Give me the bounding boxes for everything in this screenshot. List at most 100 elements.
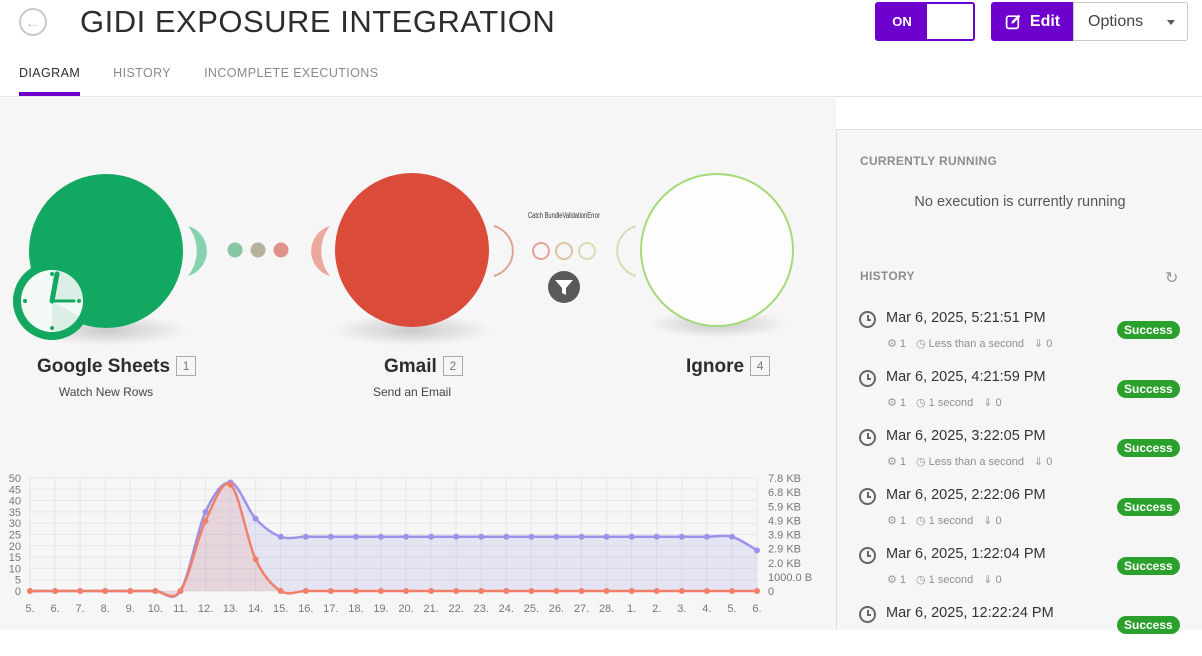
data-point: [277, 588, 284, 594]
data-point: [77, 588, 84, 594]
x-tick-label: 25.: [524, 603, 539, 615]
clock-icon: [859, 370, 876, 387]
app-header: ← GIDI EXPOSURE INTEGRATION ON Edit Opti…: [0, 0, 1202, 97]
data-point: [578, 533, 585, 540]
operations-icon: ⚙: [887, 456, 897, 468]
back-arrow-icon[interactable]: ←: [19, 8, 47, 36]
history-item[interactable]: Mar 6, 2025, 5:21:51 PM ⚙ 1 ◷ Less than a se…: [859, 310, 1189, 361]
ignore-module[interactable]: [640, 173, 794, 327]
status-badge: Success: [1117, 439, 1180, 457]
x-tick-label: 13.: [223, 603, 238, 615]
data-point: [302, 588, 309, 594]
y-left-tick-label: 30: [9, 518, 21, 530]
clock-icon: [13, 262, 91, 340]
data-point: [653, 588, 660, 594]
x-tick-label: 24.: [499, 603, 514, 615]
transfer-icon: ⇓: [983, 397, 993, 409]
history-transfer: 0: [1046, 338, 1053, 350]
data-point: [553, 533, 560, 540]
options-dropdown[interactable]: Options: [1073, 2, 1188, 41]
history-transfer: 0: [1046, 456, 1053, 468]
x-tick-label: 5.: [727, 603, 736, 615]
data-point: [403, 533, 410, 540]
side-panel: CURRENTLY RUNNING No execution is curren…: [836, 129, 1202, 634]
history-transfer: 0: [995, 515, 1002, 527]
x-tick-label: 5.: [25, 603, 34, 615]
status-badge: Success: [1117, 380, 1180, 398]
x-tick-label: 4.: [702, 603, 711, 615]
tab-incomplete-executions[interactable]: INCOMPLETE EXECUTIONS: [204, 66, 378, 96]
clock-icon: [859, 547, 876, 564]
x-tick-label: 27.: [574, 603, 589, 615]
module-number: 1: [176, 356, 197, 376]
history-item[interactable]: Mar 6, 2025, 2:22:06 PM ⚙ 1 ◷ 1 second ⇓ 0 Succ…: [859, 487, 1189, 538]
data-point: [628, 533, 635, 540]
filter-icon[interactable]: [548, 271, 580, 303]
status-badge: Success: [1117, 498, 1180, 516]
toggle-on-label: ON: [877, 4, 927, 39]
clock-icon: [859, 488, 876, 505]
y-left-tick-label: 0: [15, 586, 21, 598]
data-point: [202, 517, 209, 524]
tab-diagram[interactable]: DIAGRAM: [19, 66, 81, 96]
y-left-tick-label: 35: [9, 507, 21, 519]
y-right-tick-label: 2.0 KB: [768, 558, 801, 570]
data-point: [352, 533, 359, 540]
data-point: [352, 588, 359, 594]
history-duration: Less than a second: [928, 456, 1025, 468]
data-point: [152, 588, 159, 594]
y-left-tick-label: 20: [9, 541, 21, 553]
history-item[interactable]: Mar 6, 2025, 4:21:59 PM ⚙ 1 ◷ 1 second ⇓ 0 Succ…: [859, 369, 1189, 420]
data-point: [528, 588, 535, 594]
x-tick-label: 10.: [148, 603, 163, 615]
data-point: [27, 588, 33, 594]
edit-icon: [1005, 14, 1021, 30]
transfer-icon: ⇓: [1034, 456, 1044, 468]
data-point: [678, 588, 685, 594]
refresh-icon[interactable]: ↻: [1165, 268, 1178, 288]
history-item[interactable]: Mar 6, 2025, 12:22:24 PM Success: [859, 605, 1189, 656]
history-duration: 1 second: [928, 397, 974, 409]
x-tick-label: 8.: [101, 603, 110, 615]
edit-button[interactable]: Edit: [991, 2, 1074, 41]
x-tick-label: 9.: [126, 603, 135, 615]
operations-icon: ⚙: [887, 397, 897, 409]
data-point: [302, 533, 309, 540]
data-point: [327, 588, 334, 594]
data-point: [52, 588, 59, 594]
tab-history[interactable]: HISTORY: [113, 66, 171, 96]
data-point: [728, 588, 735, 594]
x-tick-label: 1.: [627, 603, 636, 615]
transfer-icon: ⇓: [1034, 338, 1044, 350]
tab-bar: DIAGRAM HISTORY INCOMPLETE EXECUTIONS: [19, 66, 378, 96]
data-point: [428, 533, 435, 540]
transfer-icon: ⇓: [983, 574, 993, 586]
data-point: [703, 588, 710, 594]
history-date: Mar 6, 2025, 3:22:05 PM: [886, 428, 1046, 444]
x-tick-label: 17.: [323, 603, 338, 615]
module-number: 2: [442, 356, 463, 376]
history-meta: ⚙ 1 ◷ Less than a second ⇓ 0: [887, 337, 1052, 350]
gmail-module[interactable]: [335, 173, 489, 327]
module-name-google-sheets: Google Sheets 1: [37, 356, 197, 378]
duration-icon: ◷: [916, 574, 926, 586]
scenario-toggle[interactable]: ON: [875, 2, 975, 41]
history-transfer: 0: [995, 397, 1002, 409]
operations-chart: 0510152025303540455001000.0 B2.0 KB2.9 K…: [9, 473, 812, 615]
x-tick-label: 21.: [423, 603, 438, 615]
clock-icon: [859, 311, 876, 328]
data-point: [252, 515, 259, 522]
y-right-tick-label: 0: [768, 586, 774, 598]
diagram-canvas[interactable]: Catch BundleValidationError 0 5 10 15 20 25 30…: [0, 98, 836, 630]
history-item[interactable]: Mar 6, 2025, 3:22:05 PM ⚙ 1 ◷ Less than a se…: [859, 428, 1189, 479]
data-point: [377, 588, 384, 594]
history-item[interactable]: Mar 6, 2025, 1:22:04 PM ⚙ 1 ◷ 1 second ⇓ 0 Succ…: [859, 546, 1189, 597]
x-tick-label: 7.: [76, 603, 85, 615]
data-point: [177, 588, 184, 594]
data-point: [227, 481, 234, 488]
data-point: [754, 547, 760, 554]
x-tick-label: 23.: [474, 603, 489, 615]
x-tick-label: 6.: [752, 603, 761, 615]
currently-running-heading: CURRENTLY RUNNING: [860, 154, 998, 168]
x-tick-label: 20.: [398, 603, 413, 615]
